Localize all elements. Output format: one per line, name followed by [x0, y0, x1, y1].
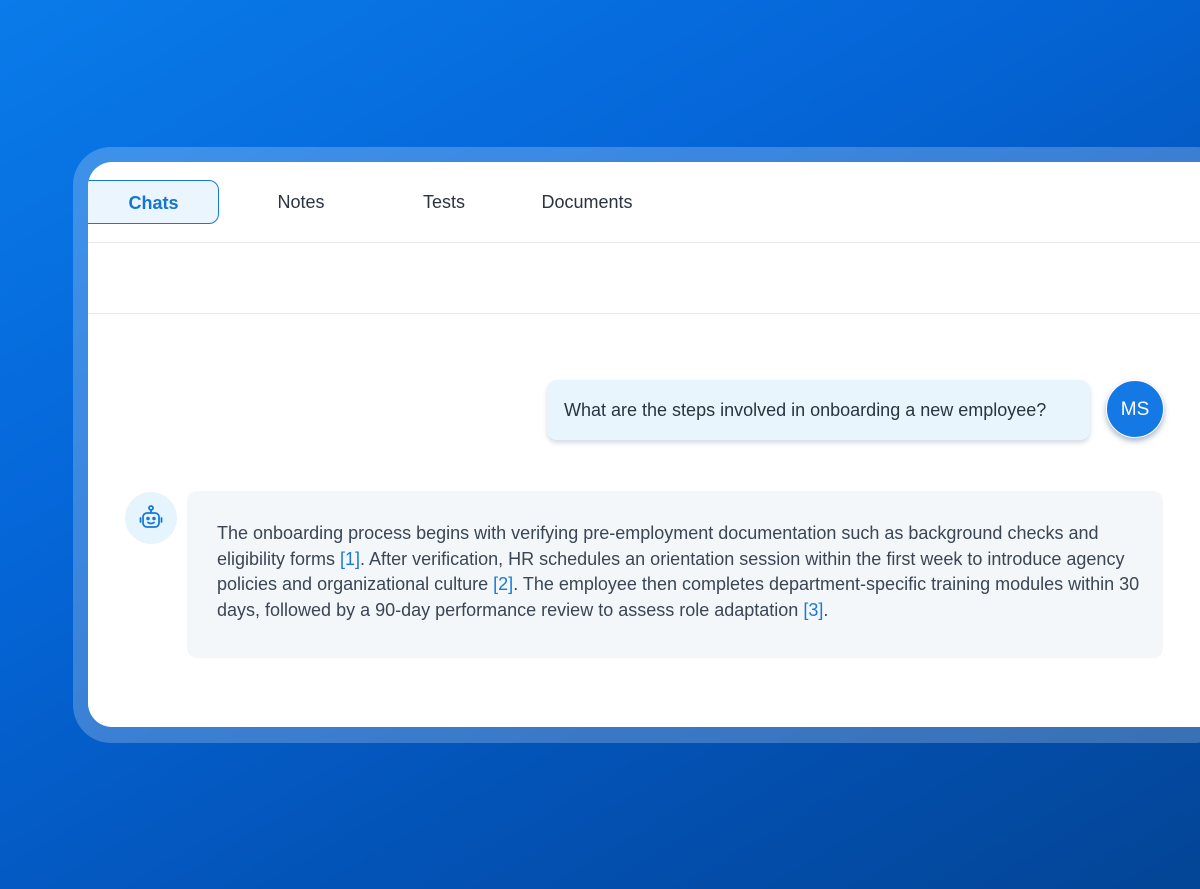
robot-icon: [139, 505, 163, 528]
tab-tests[interactable]: Tests: [401, 180, 487, 224]
user-message-text: What are the steps involved in onboardin…: [564, 400, 1047, 420]
user-avatar[interactable]: MS: [1106, 380, 1164, 438]
tab-notes[interactable]: Notes: [256, 180, 346, 224]
tab-bar: Chats Notes Tests Documents: [88, 162, 1200, 243]
citation-link-2[interactable]: [2]: [493, 574, 513, 594]
user-message-bubble: What are the steps involved in onboardin…: [547, 380, 1090, 440]
bot-message-bubble: The onboarding process begins with verif…: [187, 491, 1163, 658]
bot-avatar: [125, 492, 177, 544]
toolbar-area: [88, 243, 1200, 314]
citation-link-3[interactable]: [3]: [803, 600, 823, 620]
bot-message-text: The onboarding process begins with verif…: [217, 523, 1139, 620]
bot-text-segment: .: [823, 599, 829, 620]
tab-documents[interactable]: Documents: [528, 180, 646, 224]
tab-chats[interactable]: Chats: [88, 180, 219, 224]
citation-link-1[interactable]: [1]: [340, 549, 360, 569]
chat-panel: Chats Notes Tests Documents What are the…: [88, 162, 1200, 727]
